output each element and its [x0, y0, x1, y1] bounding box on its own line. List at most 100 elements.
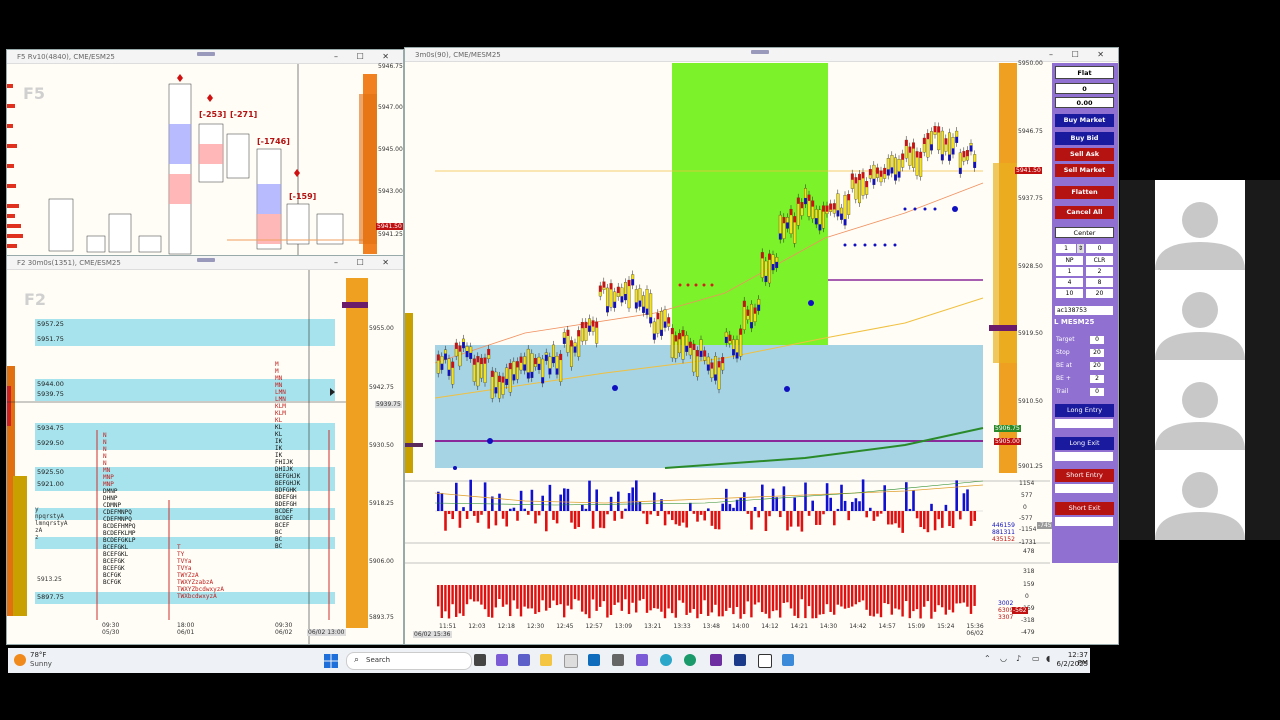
flatten-button[interactable]: Flatten: [1055, 186, 1114, 199]
microphone-icon[interactable]: ♪: [1016, 654, 1021, 663]
window-controls[interactable]: – ☐ ✕: [334, 256, 397, 270]
clock-date[interactable]: 6/2/2025: [1054, 660, 1088, 668]
sell-market-button[interactable]: Sell Market: [1055, 164, 1114, 177]
drag-handle[interactable]: [197, 52, 215, 56]
price-label: 5947.00: [378, 104, 403, 111]
qty-grid-button[interactable]: 20: [1086, 289, 1113, 298]
browser-icon[interactable]: [684, 654, 696, 666]
drag-handle[interactable]: [197, 258, 215, 262]
candle-delta: [555, 368, 559, 375]
drag-handle[interactable]: [751, 50, 769, 54]
participant-avatar[interactable]: [1155, 180, 1245, 270]
trail-input[interactable]: 0: [1090, 388, 1104, 396]
qty-grid-button[interactable]: 8: [1086, 278, 1113, 287]
f5-chart-window[interactable]: F5 Rv10(4840), CME/ESM25 – ☐ ✕ F5 [-253]…: [6, 49, 404, 257]
file-explorer-icon[interactable]: [540, 654, 552, 666]
delta-bar: [804, 482, 807, 511]
volume-bar: [930, 585, 933, 619]
window-controls[interactable]: – ☐ ✕: [334, 50, 397, 64]
cancel-all-button[interactable]: Cancel All: [1055, 206, 1114, 219]
qty-grid-button[interactable]: 4: [1056, 278, 1083, 287]
task-view-icon[interactable]: [474, 654, 486, 666]
wifi-icon[interactable]: ◡: [1000, 654, 1007, 663]
long-entry-select[interactable]: [1055, 419, 1113, 428]
qty-grid-button[interactable]: NP: [1056, 256, 1083, 265]
delta-bar: [588, 480, 591, 511]
volume-bar: [692, 585, 695, 610]
candle-delta: [678, 333, 681, 340]
visual-studio-icon[interactable]: [710, 654, 722, 666]
delta-bar: [458, 511, 462, 528]
weather-desc[interactable]: Sunny: [30, 660, 52, 668]
quantity-stepper[interactable]: ⇕: [1077, 244, 1084, 253]
buy-market-button[interactable]: Buy Market: [1055, 114, 1114, 127]
qty-grid-button[interactable]: CLR: [1086, 256, 1113, 265]
delta-bar: [883, 485, 886, 511]
participant-avatar[interactable]: [1155, 450, 1245, 540]
short-exit-select[interactable]: [1055, 517, 1113, 526]
price-tag-red: 5905.00: [994, 438, 1021, 445]
delta-bar: [969, 511, 973, 526]
participant-avatar[interactable]: [1155, 270, 1245, 360]
trading-app-icon[interactable]: [734, 654, 746, 666]
teams-icon[interactable]: [518, 654, 530, 666]
short-entry-button[interactable]: Short Entry: [1055, 469, 1114, 482]
outlook-icon[interactable]: [588, 654, 600, 666]
delta-bar: [926, 511, 930, 533]
window-controls[interactable]: – ☐ ✕: [1049, 48, 1112, 62]
f2-chart-window[interactable]: F2 30m0s(1351), CME/ESM25 – ☐ ✕ F2 5957.…: [6, 255, 404, 645]
search-box[interactable]: ⌕ Search: [346, 652, 472, 670]
copilot-icon[interactable]: [496, 654, 508, 666]
quantity-input[interactable]: 1: [1056, 244, 1076, 253]
delta-bar: [617, 491, 620, 511]
delta-bar: [555, 511, 559, 524]
windows-start-icon[interactable]: [324, 653, 338, 668]
remote-app-icon[interactable]: [782, 654, 794, 666]
stop-input[interactable]: 20: [1090, 349, 1104, 357]
candle-delta: [577, 330, 580, 337]
volume-bar: [487, 585, 490, 617]
main-chart-window[interactable]: 3m0s(90), CME/MESM25 – ☐ ✕ 5950.00 5946.…: [404, 47, 1119, 645]
teams-work-icon[interactable]: [636, 654, 648, 666]
candle-delta: [829, 203, 832, 210]
participant-avatar[interactable]: [1155, 360, 1245, 450]
edge-icon[interactable]: [660, 654, 672, 666]
be-at-input[interactable]: 20: [1090, 362, 1104, 370]
volume-icon[interactable]: ◖: [1046, 654, 1050, 663]
candle-delta: [476, 356, 480, 363]
account-select[interactable]: ac138753: [1055, 306, 1113, 315]
delta-bar: [894, 511, 897, 524]
candle-delta: [872, 178, 876, 185]
qty-grid-button[interactable]: 10: [1056, 289, 1083, 298]
quantity-right[interactable]: 0: [1086, 244, 1113, 253]
short-exit-button[interactable]: Short Exit: [1055, 502, 1114, 515]
delta-bar: [473, 511, 476, 516]
long-exit-button[interactable]: Long Exit: [1055, 437, 1114, 450]
volume-bar: [897, 585, 901, 610]
sell-ask-button[interactable]: Sell Ask: [1055, 148, 1114, 161]
store-icon[interactable]: [564, 654, 578, 668]
center-button[interactable]: Center: [1055, 227, 1114, 238]
monitor-icon[interactable]: ▭: [1032, 654, 1040, 663]
window-app-icon[interactable]: [758, 654, 772, 668]
candle-delta: [768, 253, 771, 260]
long-entry-button[interactable]: Long Entry: [1055, 404, 1114, 417]
candle-delta: [483, 357, 487, 364]
sun-icon[interactable]: [14, 654, 26, 666]
chevron-up-icon[interactable]: ⌃: [984, 654, 991, 663]
volume-bar: [689, 585, 692, 613]
buy-bid-button[interactable]: Buy Bid: [1055, 132, 1114, 145]
qty-grid-button[interactable]: 1: [1056, 267, 1083, 276]
settings-icon[interactable]: [612, 654, 624, 666]
delta-bar: [537, 511, 541, 516]
delta-bar: [635, 480, 638, 511]
short-entry-select[interactable]: [1055, 484, 1113, 493]
search-icon: ⌕: [354, 655, 360, 665]
qty-grid-button[interactable]: 2: [1086, 267, 1113, 276]
delta-bar: [440, 492, 444, 511]
target-input[interactable]: 0: [1090, 336, 1104, 344]
candle-delta: [887, 169, 890, 176]
long-exit-select[interactable]: [1055, 452, 1113, 461]
be-plus-input[interactable]: 2: [1090, 375, 1104, 383]
weather-temp[interactable]: 78°F: [30, 651, 46, 659]
